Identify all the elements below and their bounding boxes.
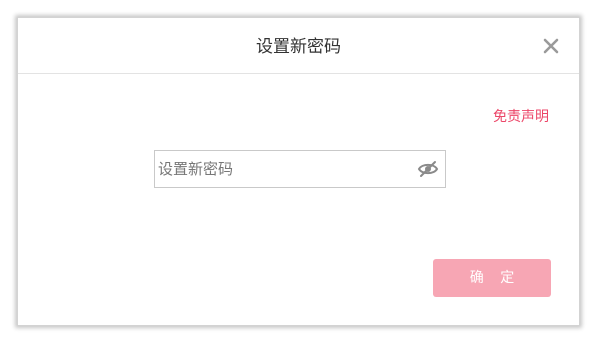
eye-hidden-icon [417, 161, 439, 177]
set-password-dialog: 设置新密码 免责声明 确 定 [17, 17, 580, 326]
password-visibility-toggle[interactable] [417, 159, 439, 179]
password-field-wrapper [154, 150, 446, 188]
disclaimer-link[interactable]: 免责声明 [493, 106, 549, 126]
dialog-title: 设置新密码 [256, 37, 341, 57]
close-icon [543, 38, 559, 54]
new-password-input[interactable] [155, 151, 408, 187]
dialog-header: 设置新密码 [18, 18, 579, 74]
confirm-button[interactable]: 确 定 [433, 259, 551, 297]
close-button[interactable] [541, 36, 561, 56]
